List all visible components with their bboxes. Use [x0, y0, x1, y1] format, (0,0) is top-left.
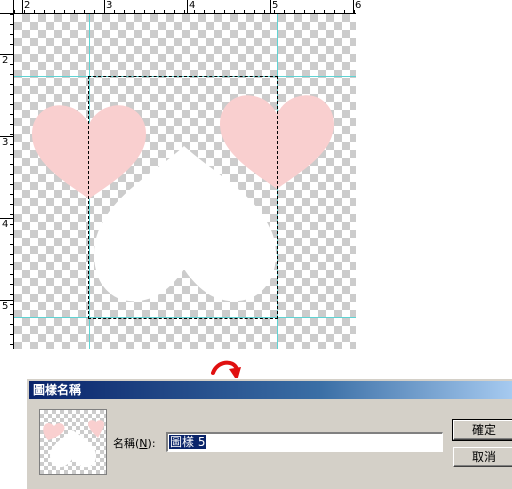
ruler-corner: [0, 0, 14, 14]
cancel-button[interactable]: 取消: [453, 447, 512, 467]
ruler-number: 3: [106, 0, 113, 11]
ruler-tick: [10, 344, 13, 345]
ruler-tick: [114, 10, 115, 13]
pattern-preview-art: [43, 420, 104, 468]
ruler-tick: [134, 10, 135, 13]
ruler-tick: [284, 10, 285, 13]
ruler-tick: [10, 264, 13, 265]
ruler-tick: [10, 224, 13, 225]
ruler-number: 6: [355, 0, 362, 11]
pattern-preview: [39, 409, 107, 475]
ruler-tick: [10, 334, 13, 335]
ruler-tick: [10, 64, 13, 65]
ruler-tick: [10, 284, 13, 285]
ruler-major-tick: [270, 0, 271, 13]
ruler-tick: [304, 10, 305, 13]
ruler-major-tick: [353, 0, 354, 13]
ruler-tick: [10, 304, 13, 305]
ruler-tick: [44, 10, 45, 13]
ruler-tick: [234, 10, 235, 13]
ruler-tick: [10, 134, 13, 135]
preview-pink-heart-right: [88, 420, 104, 438]
ruler-tick: [174, 10, 175, 13]
ruler-number: 5: [2, 301, 9, 312]
ruler-number: 5: [272, 0, 279, 11]
ruler-tick: [10, 44, 13, 45]
ruler-tick: [14, 10, 15, 13]
ruler-tick: [144, 10, 145, 13]
name-label-end: ):: [147, 437, 156, 450]
ruler-tick: [204, 10, 205, 13]
name-label-main: 名稱(: [113, 437, 140, 450]
ruler-tick: [154, 10, 155, 13]
ruler-tick: [244, 10, 245, 13]
ruler-tick: [254, 10, 255, 13]
ruler-major-tick: [187, 0, 188, 13]
ruler-tick: [224, 10, 225, 13]
ruler-tick: [10, 84, 13, 85]
ruler-tick: [164, 10, 165, 13]
pattern-name-input[interactable]: 圖樣 5: [166, 432, 443, 452]
ruler-tick: [10, 244, 13, 245]
ruler-number: 4: [189, 0, 196, 11]
dialog-titlebar[interactable]: 圖樣名稱: [29, 381, 512, 399]
ruler-tick: [10, 34, 13, 35]
ruler-tick: [10, 164, 13, 165]
ruler-tick: [10, 24, 13, 25]
ruler-tick: [10, 254, 13, 255]
horizontal-ruler: 2 3 4 5 6: [0, 0, 361, 14]
name-label-accelerator: N: [139, 437, 148, 450]
ruler-tick: [74, 10, 75, 13]
ok-button[interactable]: 確定: [452, 419, 512, 441]
ruler-tick: [294, 10, 295, 13]
ruler-tick: [124, 10, 125, 13]
pattern-name-value[interactable]: 圖樣 5: [169, 435, 207, 449]
ruler-tick: [10, 294, 13, 295]
ruler-tick: [34, 10, 35, 13]
ruler-tick: [10, 174, 13, 175]
ruler-tick: [10, 184, 13, 185]
ruler-tick: [10, 154, 13, 155]
ruler-tick: [10, 274, 13, 275]
name-label: 名稱(N):: [113, 435, 156, 451]
ruler-major-tick: [104, 0, 105, 13]
ruler-number: 3: [2, 137, 9, 148]
vertical-ruler: 2 3 4 5: [0, 14, 14, 349]
ruler-tick: [324, 10, 325, 13]
ruler-tick: [10, 74, 13, 75]
ruler-tick: [10, 204, 13, 205]
ruler-number: 4: [2, 219, 9, 230]
ruler-tick: [10, 124, 13, 125]
ruler-tick: [10, 314, 13, 315]
ruler-tick: [10, 234, 13, 235]
ruler-tick: [334, 10, 335, 13]
ruler-tick: [10, 14, 13, 15]
ruler-tick: [214, 10, 215, 13]
ruler-tick: [10, 324, 13, 325]
ruler-major-tick: [22, 0, 23, 13]
document-canvas[interactable]: [14, 14, 356, 349]
ruler-tick: [54, 10, 55, 13]
pattern-name-dialog: 圖樣名稱 名稱(N): 圖樣 5 確定 取消: [26, 378, 512, 489]
ruler-tick: [314, 10, 315, 13]
ruler-number: 2: [2, 55, 9, 66]
ruler-tick: [10, 114, 13, 115]
preview-pink-heart-left: [43, 423, 65, 440]
ruler-tick: [10, 94, 13, 95]
ruler-tick: [64, 10, 65, 13]
ruler-tick: [84, 10, 85, 13]
ruler-tick: [344, 10, 345, 13]
ruler-tick: [184, 10, 185, 13]
selection-marquee: [88, 76, 278, 319]
ruler-tick: [10, 144, 13, 145]
ruler-tick: [94, 10, 95, 13]
ruler-tick: [264, 10, 265, 13]
ruler-tick: [10, 214, 13, 215]
ruler-number: 2: [24, 0, 31, 11]
ruler-tick: [10, 194, 13, 195]
ruler-tick: [10, 104, 13, 105]
